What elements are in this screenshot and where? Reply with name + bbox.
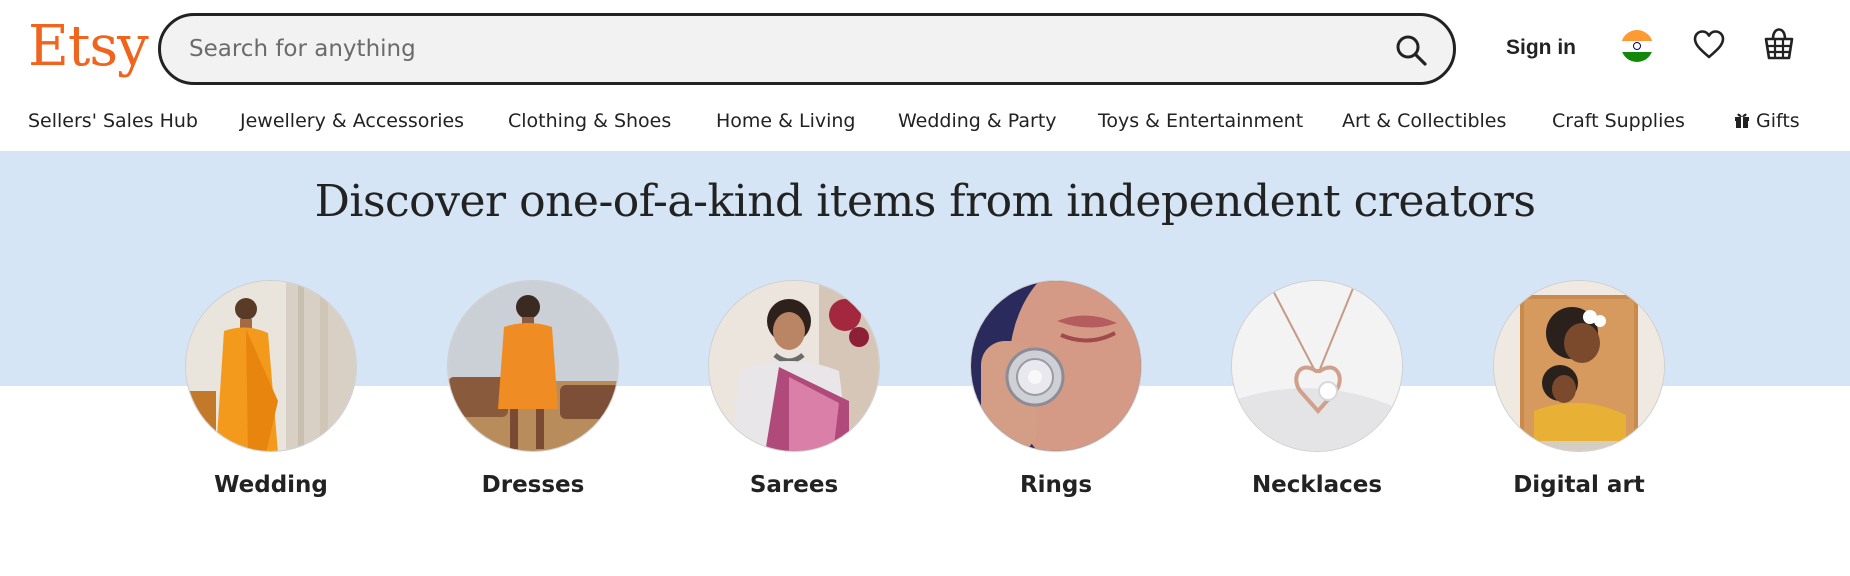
category-digital-art[interactable]: Digital art — [1493, 280, 1665, 498]
sarees-image — [708, 280, 880, 452]
site-header: Etsy Sign in Sellers' Sal — [0, 0, 1850, 152]
digital-art-image — [1493, 280, 1665, 452]
dresses-image — [447, 280, 619, 452]
sign-in-link[interactable]: Sign in — [1506, 36, 1576, 60]
heart-icon[interactable] — [1692, 28, 1726, 62]
nav-item-toys-entertainment[interactable]: Toys & Entertainment — [1098, 110, 1303, 132]
category-sarees[interactable]: Sarees — [708, 280, 880, 498]
nav-item-jewellery-accessories[interactable]: Jewellery & Accessories — [240, 110, 464, 132]
category-nav: Sellers' Sales Hub Jewellery & Accessori… — [0, 106, 1850, 140]
etsy-logo[interactable]: Etsy — [28, 14, 149, 80]
nav-item-craft-supplies[interactable]: Craft Supplies — [1552, 110, 1685, 132]
gift-icon — [1735, 113, 1749, 128]
hero-headline: Discover one-of-a-kind items from indepe… — [314, 176, 1536, 227]
gifts-label: Gifts — [1756, 110, 1800, 132]
search-icon[interactable] — [1393, 32, 1429, 68]
basket-icon[interactable] — [1762, 26, 1796, 62]
category-label: Necklaces — [1251, 472, 1383, 498]
category-wedding[interactable]: Wedding — [185, 280, 357, 498]
category-label: Wedding — [214, 472, 328, 498]
necklaces-image — [1231, 280, 1403, 452]
nav-item-clothing-shoes[interactable]: Clothing & Shoes — [508, 110, 671, 132]
nav-item-gifts[interactable]: Gifts — [1734, 110, 1800, 132]
nav-item-art-collectibles[interactable]: Art & Collectibles — [1342, 110, 1506, 132]
category-label: Rings — [1019, 472, 1093, 498]
rings-image — [970, 280, 1142, 452]
nav-item-wedding-party[interactable]: Wedding & Party — [898, 110, 1057, 132]
category-label: Dresses — [481, 472, 585, 498]
india-flag-icon[interactable] — [1621, 30, 1653, 62]
category-label: Sarees — [749, 472, 839, 498]
category-rings[interactable]: Rings — [970, 280, 1142, 498]
category-necklaces[interactable]: Necklaces — [1231, 280, 1403, 498]
category-label: Digital art — [1513, 472, 1645, 498]
search-input[interactable] — [189, 16, 1339, 82]
wedding-image — [185, 280, 357, 452]
category-dresses[interactable]: Dresses — [447, 280, 619, 498]
nav-item-home-living[interactable]: Home & Living — [716, 110, 856, 132]
search-bar — [158, 13, 1456, 85]
nav-item-sellers-sales-hub[interactable]: Sellers' Sales Hub — [28, 110, 198, 132]
